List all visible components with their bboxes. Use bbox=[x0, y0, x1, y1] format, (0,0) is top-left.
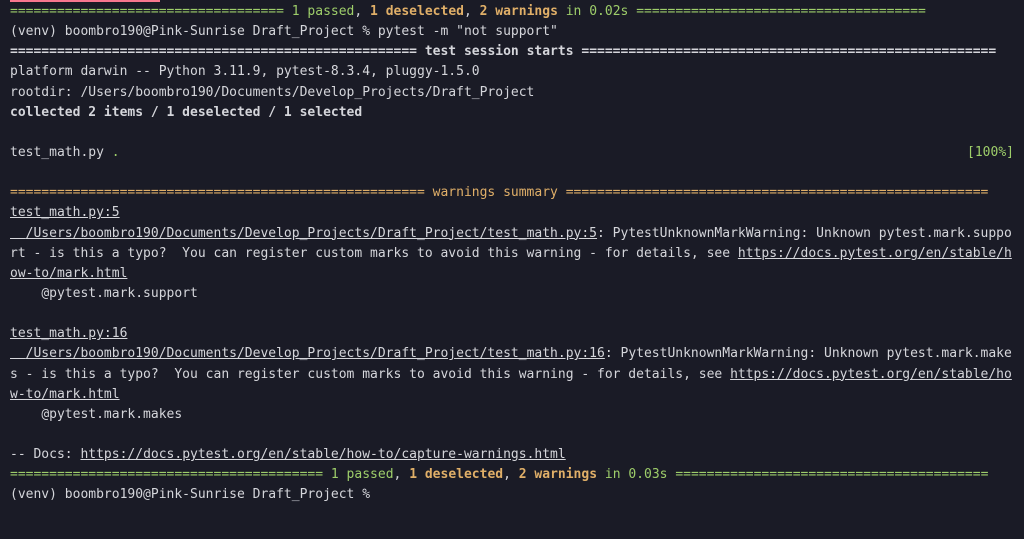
sep: , bbox=[464, 4, 480, 19]
warning-message: /Users/boombro190/Documents/Develop_Proj… bbox=[10, 344, 1014, 404]
elapsed: in 0.03s bbox=[597, 467, 675, 482]
shell-prompt: (venv) boombro190@Pink-Sunrise Draft_Pro… bbox=[10, 22, 1014, 42]
session-header: ========================================… bbox=[10, 42, 1014, 62]
shell-prompt[interactable]: (venv) boombro190@Pink-Sunrise Draft_Pro… bbox=[10, 485, 1014, 505]
tab-indicator bbox=[10, 0, 160, 2]
pass-dot: . bbox=[112, 145, 120, 160]
test-progress-line: test_math.py . [100%] bbox=[10, 143, 1014, 163]
terminal-output[interactable]: =================================== 1 pa… bbox=[10, 0, 1014, 506]
platform-line: platform darwin -- Python 3.11.9, pytest… bbox=[10, 62, 1014, 82]
warnings-label: warnings summary bbox=[433, 185, 558, 200]
test-file: test_math.py bbox=[10, 145, 112, 160]
warning-location[interactable]: test_math.py:16 bbox=[10, 324, 1014, 344]
warning-code: @pytest.mark.support bbox=[10, 284, 1014, 304]
summary-line-top: =================================== 1 pa… bbox=[10, 2, 1014, 22]
passed-count: 1 passed bbox=[331, 467, 394, 482]
blank-line bbox=[10, 123, 1014, 143]
warning-location[interactable]: test_math.py:5 bbox=[10, 203, 1014, 223]
warning-path[interactable]: /Users/boombro190/Documents/Develop_Proj… bbox=[10, 346, 605, 361]
blank-line bbox=[10, 163, 1014, 183]
elapsed: in 0.02s bbox=[558, 4, 636, 19]
blank-line bbox=[10, 304, 1014, 324]
rule-segment: ===================================== bbox=[636, 4, 926, 19]
session-label: test session starts bbox=[425, 44, 574, 59]
blank-line bbox=[10, 425, 1014, 445]
progress-percent: [100%] bbox=[967, 143, 1014, 163]
warnings-count: 2 warnings bbox=[480, 4, 558, 19]
rule-segment: ======================================== bbox=[10, 467, 331, 482]
sep: , bbox=[394, 467, 410, 482]
rule-segment: ========================================… bbox=[558, 185, 988, 200]
warning-code: @pytest.mark.makes bbox=[10, 405, 1014, 425]
passed-count: 1 passed bbox=[284, 4, 354, 19]
warning-message: /Users/boombro190/Documents/Develop_Proj… bbox=[10, 224, 1014, 284]
summary-line-bottom: ========================================… bbox=[10, 465, 1014, 485]
rule-segment: ========================================… bbox=[10, 44, 425, 59]
deselected-count: 1 deselected bbox=[370, 4, 464, 19]
docs-prefix: -- Docs: bbox=[10, 447, 80, 462]
warnings-count: 2 warnings bbox=[519, 467, 597, 482]
sep: , bbox=[503, 467, 519, 482]
rule-segment: ========================================… bbox=[10, 185, 433, 200]
rootdir-line: rootdir: /Users/boombro190/Documents/Dev… bbox=[10, 83, 1014, 103]
rule-segment: ======================================== bbox=[675, 467, 988, 482]
deselected-count: 1 deselected bbox=[409, 467, 503, 482]
rule-segment: ========================================… bbox=[574, 44, 997, 59]
docs-line: -- Docs: https://docs.pytest.org/en/stab… bbox=[10, 445, 1014, 465]
collected-line: collected 2 items / 1 deselected / 1 sel… bbox=[10, 103, 1014, 123]
rule-segment: =================================== bbox=[10, 4, 284, 19]
sep: , bbox=[354, 4, 370, 19]
warnings-header: ========================================… bbox=[10, 183, 1014, 203]
docs-url[interactable]: https://docs.pytest.org/en/stable/how-to… bbox=[80, 447, 565, 462]
warning-path[interactable]: /Users/boombro190/Documents/Develop_Proj… bbox=[10, 226, 597, 241]
